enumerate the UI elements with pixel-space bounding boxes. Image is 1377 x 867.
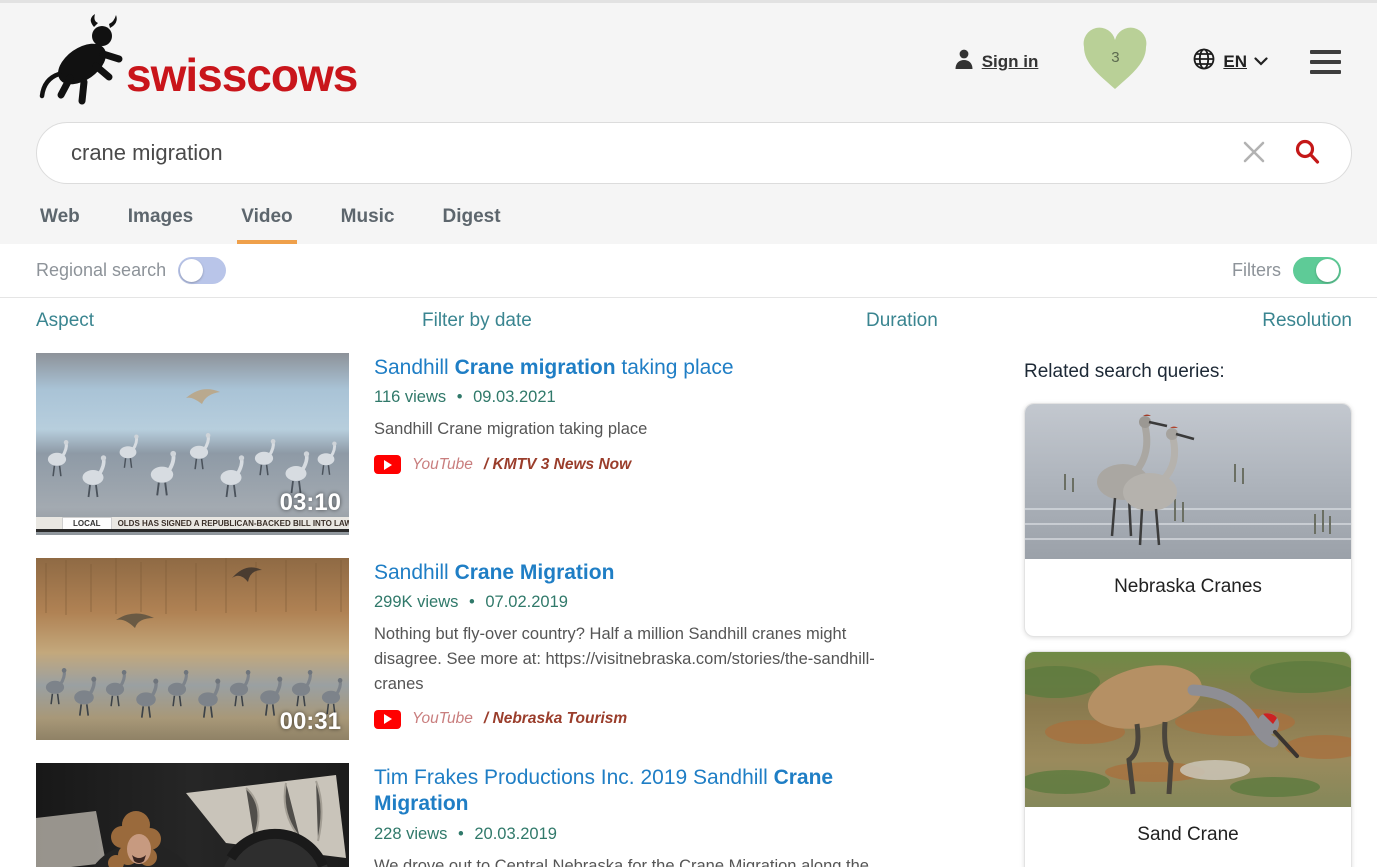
tab-images[interactable]: Images [124,200,197,244]
video-duration: 03:10 [280,489,341,517]
filter-resolution[interactable]: Resolution [1262,310,1352,332]
regional-search-toggle[interactable] [178,257,226,284]
cow-icon [36,14,132,110]
view-count: 228 views [374,825,447,843]
toggle-row: Regional search Filters [0,244,1377,298]
user-icon [954,49,974,75]
filter-duration[interactable]: Duration [866,310,938,332]
filters-label: Filters [1232,260,1281,281]
meta-separator: • [469,593,475,611]
meta-separator: • [458,825,464,843]
title-text: Tim Frakes Productions Inc. 2019 Sandhil… [374,766,774,789]
filter-bar: Aspect Filter by date Duration Resolutio… [36,298,1352,347]
search-tabs: Web Images Video Music Digest [0,200,1377,244]
brand-wordmark: swisscows [126,48,357,102]
view-count: 299K views [374,593,458,611]
source-name[interactable]: YouTube [412,710,473,728]
regional-search-label: Regional search [36,260,166,281]
search-icon [1293,138,1321,169]
tab-music[interactable]: Music [337,200,399,244]
tab-digest[interactable]: Digest [439,200,505,244]
related-query-label: Nebraska Cranes [1025,559,1351,636]
title-text: Sandhill [374,356,455,379]
filters-toggle[interactable] [1293,257,1341,284]
ticker-text: OLDS HAS SIGNED A REPUBLICAN-BACKED BILL… [118,519,349,528]
publish-date: 09.03.2021 [473,388,556,406]
sign-in-label: Sign in [982,52,1039,72]
video-title[interactable]: Tim Frakes Productions Inc. 2019 Sandhil… [374,765,912,818]
video-meta: 228 views • 20.03.2019 [374,825,912,844]
video-title[interactable]: Sandhill Crane Migration [374,560,912,586]
ticker-tag: LOCAL [62,517,112,530]
related-query-image [1025,404,1351,559]
video-title[interactable]: Sandhill Crane migration taking place [374,355,734,381]
view-count: 116 views [374,388,446,406]
menu-button[interactable] [1310,46,1341,78]
title-text: Sandhill [374,561,455,584]
favorites-count: 3 [1080,49,1150,66]
video-thumbnail[interactable] [36,763,349,867]
video-meta: 299K views • 07.02.2019 [374,593,912,612]
title-highlight: Crane migration [455,356,616,379]
video-meta: 116 views • 09.03.2021 [374,388,734,407]
youtube-icon [374,455,401,474]
search-bar [36,122,1352,184]
publish-date: 20.03.2019 [474,825,557,843]
related-query-label: Sand Crane [1025,807,1351,867]
globe-icon [1192,47,1216,76]
related-queries-panel: Related search queries: [1024,353,1352,867]
related-query-image [1025,652,1351,807]
chevron-down-icon [1254,53,1268,71]
video-thumbnail[interactable]: 03:10 LOCAL OLDS HAS SIGNED A REPUBLICAN… [36,353,349,535]
related-queries-heading: Related search queries: [1024,361,1352,383]
video-description: Nothing but fly-over country? Half a mil… [374,622,912,696]
filter-aspect[interactable]: Aspect [36,310,94,332]
tab-video[interactable]: Video [237,200,296,244]
video-result: 00:31 Sandhill Crane Migration 299K view… [36,558,912,740]
title-highlight: Crane Migration [455,561,615,584]
source-channel[interactable]: / KMTV 3 News Now [484,456,631,474]
clear-search-button[interactable] [1235,133,1273,174]
filter-by-date[interactable]: Filter by date [422,310,532,332]
swisscows-logo[interactable]: swisscows [36,14,357,110]
news-ticker: LOCAL OLDS HAS SIGNED A REPUBLICAN-BACKE… [36,517,349,532]
video-results: 03:10 LOCAL OLDS HAS SIGNED A REPUBLICAN… [36,353,912,867]
video-thumbnail[interactable]: 00:31 [36,558,349,740]
video-duration: 00:31 [280,708,341,736]
source-channel[interactable]: / Nebraska Tourism [484,710,627,728]
related-query-card[interactable]: Sand Crane [1024,651,1352,867]
language-code: EN [1223,52,1247,72]
search-input[interactable] [71,140,1235,166]
source-name[interactable]: YouTube [412,456,473,474]
meta-separator: • [457,388,463,406]
related-query-card[interactable]: Nebraska Cranes [1024,403,1352,637]
video-result: 03:10 LOCAL OLDS HAS SIGNED A REPUBLICAN… [36,353,912,535]
publish-date: 07.02.2019 [485,593,568,611]
video-description: Sandhill Crane migration taking place [374,417,734,442]
language-selector[interactable]: EN [1192,47,1268,76]
search-submit-button[interactable] [1287,132,1327,175]
sign-in-button[interactable]: Sign in [954,49,1039,75]
header: swisscows Sign in 3 [0,0,1377,244]
video-result: Tim Frakes Productions Inc. 2019 Sandhil… [36,763,912,867]
favorites-heart-button[interactable]: 3 [1080,27,1150,91]
youtube-icon [374,710,401,729]
heart-icon [1080,78,1150,95]
tab-web[interactable]: Web [36,200,84,244]
video-description: We drove out to Central Nebraska for the… [374,854,912,867]
title-text: taking place [616,356,734,379]
close-icon [1241,139,1267,168]
